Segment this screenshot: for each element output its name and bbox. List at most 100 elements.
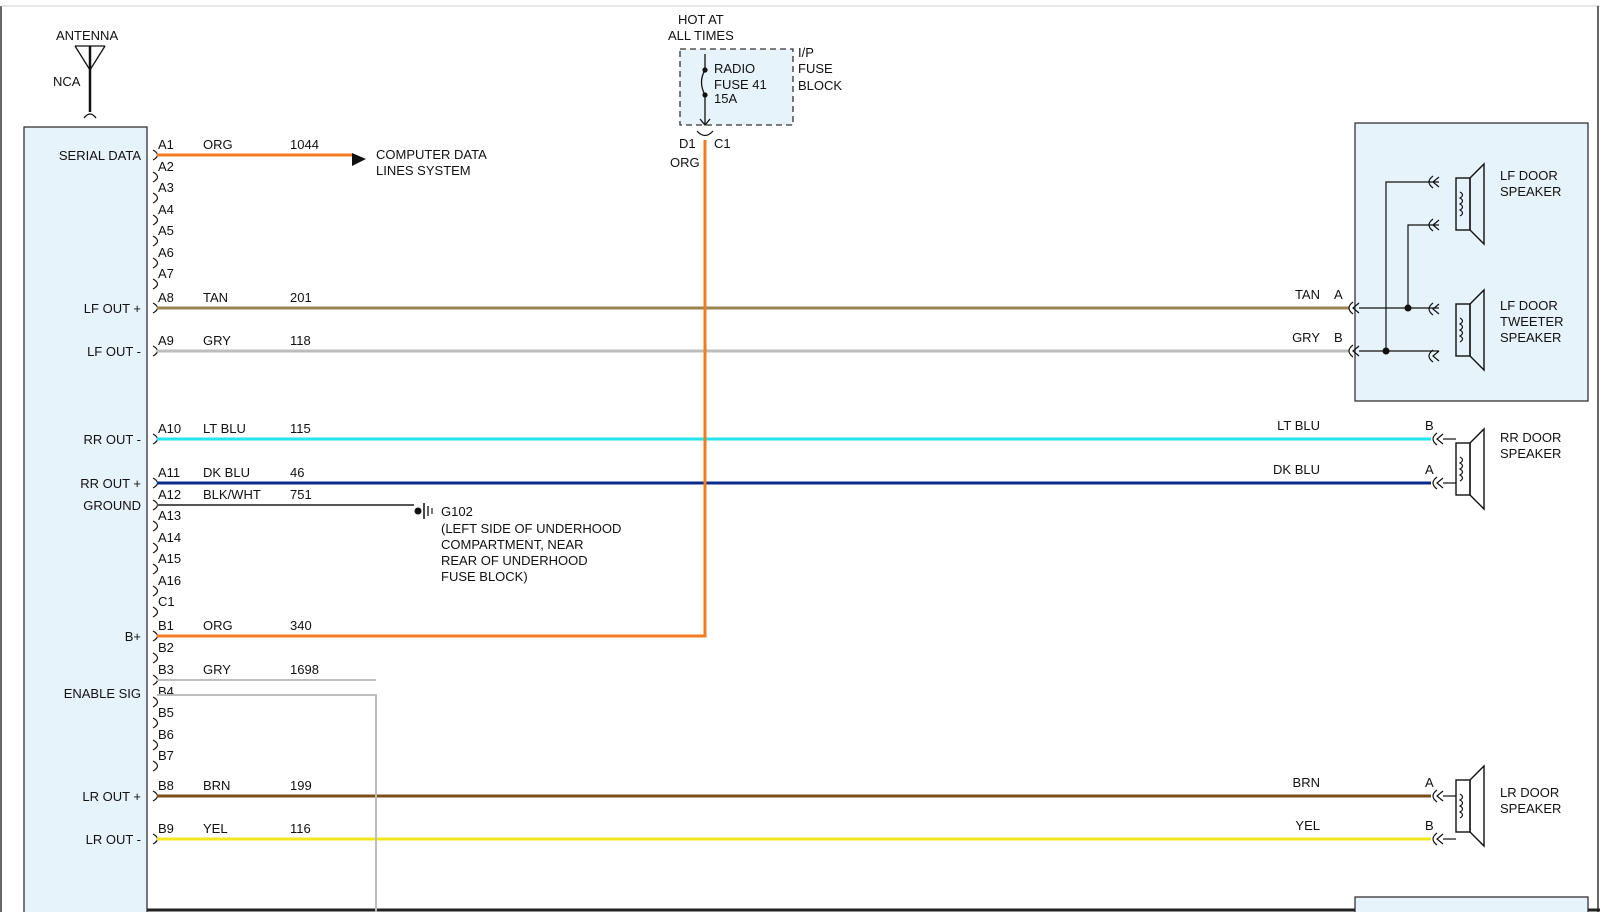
wire-circuit-number: 115 xyxy=(290,421,311,436)
pin-connector-icon xyxy=(152,674,159,686)
fuse-connector-icon xyxy=(696,130,714,137)
pin-id: A12 xyxy=(158,487,181,502)
fuse-pin-d1: D1 xyxy=(679,136,696,151)
wire-color-label: LT BLU xyxy=(203,421,246,436)
pin-id: B5 xyxy=(158,705,174,720)
pin-label: LF OUT + xyxy=(84,301,141,316)
splice-dot xyxy=(1382,347,1390,355)
speaker-magnet xyxy=(1455,442,1471,496)
speaker-wire-color: LT BLU xyxy=(1277,418,1320,433)
wire-color-label: TAN xyxy=(203,290,228,305)
speaker-terminal: A xyxy=(1334,287,1343,302)
fuse-block-line3: BLOCK xyxy=(798,78,842,93)
fuse-name-line3: 15A xyxy=(714,91,737,106)
wire-color-label: ORG xyxy=(203,618,233,633)
pin-connector-icon xyxy=(152,171,159,183)
pin-id: A3 xyxy=(158,180,174,195)
ground-desc-line2: COMPARTMENT, NEAR xyxy=(441,537,584,552)
fuse-block: HOT AT ALL TIMES RADIO FUSE 41 15A I/P F… xyxy=(668,12,842,170)
pin-connector-icon xyxy=(152,192,159,204)
pin-id: A16 xyxy=(158,573,181,588)
lf-tweeter-line2: TWEETER xyxy=(1500,314,1564,329)
wire-circuit-number: 116 xyxy=(290,821,311,836)
pin-connector-icon xyxy=(152,477,159,489)
partial-box xyxy=(1354,896,1589,912)
speaker-wire-color: GRY xyxy=(1292,330,1320,345)
wire-circuit-number: 118 xyxy=(290,333,311,348)
pin-id: B8 xyxy=(158,778,174,793)
speaker-cone xyxy=(1469,427,1485,511)
wire-circuit-number: 199 xyxy=(290,778,312,793)
pin-id: A7 xyxy=(158,266,174,281)
pin-label: B+ xyxy=(125,629,141,644)
speaker-terminal: A xyxy=(1425,462,1434,477)
pin-id: B4 xyxy=(158,684,174,699)
pin-id: A8 xyxy=(158,290,174,305)
speaker-wire-color: BRN xyxy=(1293,775,1320,790)
ground-icon xyxy=(414,503,433,519)
rr-door-speaker-line2: SPEAKER xyxy=(1500,446,1561,461)
pin-connector-icon xyxy=(152,149,159,161)
fuse-hot-line2: ALL TIMES xyxy=(668,28,734,43)
antenna-label: ANTENNA xyxy=(56,28,118,43)
arrow-right-icon xyxy=(352,153,366,166)
pin-connector-icon xyxy=(152,790,159,802)
pin-connector-icon xyxy=(152,278,159,290)
pin-id: B2 xyxy=(158,640,174,655)
fuse-wire-color: ORG xyxy=(670,155,700,170)
fuse-feed-wire xyxy=(157,140,707,638)
pin-label: RR OUT - xyxy=(83,432,141,447)
pin-id: B1 xyxy=(158,618,174,633)
pin-id: A11 xyxy=(158,465,180,480)
pin-label: LR OUT - xyxy=(86,832,141,847)
speaker-magnet xyxy=(1455,779,1471,833)
pin-id: A2 xyxy=(158,159,174,174)
pin-connector-icon xyxy=(152,606,159,618)
terminal-arrow-icon xyxy=(1436,477,1444,489)
lf-tweeter-line3: SPEAKER xyxy=(1500,330,1561,345)
pin-connector-icon xyxy=(152,345,159,357)
pin-id: B3 xyxy=(158,662,174,677)
speaker-terminal: A xyxy=(1425,775,1434,790)
fuse-name-line1: RADIO xyxy=(714,61,755,76)
pin-connector-icon xyxy=(152,302,159,314)
pin-connector-icon xyxy=(152,235,159,247)
pin-connector-icon xyxy=(152,433,159,445)
speaker-terminal: B xyxy=(1425,418,1434,433)
pin-id: B6 xyxy=(158,727,174,742)
pin-id: C1 xyxy=(158,594,175,609)
computer-data-destination: COMPUTER DATA LINES SYSTEM xyxy=(352,147,487,178)
wiring-diagram: ANTENNA NCA A1 SERIAL DATA ORG 1044 A2 A3 A4 A5… xyxy=(0,5,1600,912)
lf-door-speaker-line1: LF DOOR xyxy=(1500,168,1558,183)
pin-connector-icon xyxy=(152,520,159,532)
lf-door-speaker-line2: SPEAKER xyxy=(1500,184,1561,199)
lr-door-speaker-line2: SPEAKER xyxy=(1500,801,1561,816)
speaker-cone xyxy=(1469,764,1485,848)
wire-circuit-number: 1044 xyxy=(290,137,319,152)
pin-connector-icon xyxy=(152,833,159,845)
antenna: ANTENNA NCA xyxy=(53,28,118,119)
ground-desc-line4: FUSE BLOCK) xyxy=(441,569,528,584)
pin-id: A4 xyxy=(158,202,174,217)
enable-sig-wire xyxy=(157,694,377,912)
computer-data-line1: COMPUTER DATA xyxy=(376,147,487,162)
wire-color-label: GRY xyxy=(203,662,231,677)
rr-door-speaker-icon xyxy=(1455,427,1485,511)
speaker-terminal: B xyxy=(1425,818,1434,833)
wire-circuit-number: 340 xyxy=(290,618,312,633)
pin-id: A15 xyxy=(158,551,181,566)
pin-connector-icon xyxy=(152,563,159,575)
pin-connector-icon xyxy=(152,499,159,511)
lr-door-speaker-icon xyxy=(1455,764,1485,848)
terminal-arrow-icon xyxy=(1436,433,1444,445)
pin-connector-icon xyxy=(152,739,159,751)
pin-id: B7 xyxy=(158,748,174,763)
pin-id: B9 xyxy=(158,821,174,836)
wire-color-label: BRN xyxy=(203,778,230,793)
speaker-terminal: B xyxy=(1334,330,1343,345)
terminal-arrow-icon xyxy=(1436,790,1444,802)
antenna-nca-label: NCA xyxy=(53,74,81,89)
wire-color-label: YEL xyxy=(203,821,228,836)
pin-label: GROUND xyxy=(83,498,141,513)
pin-label: SERIAL DATA xyxy=(59,148,141,163)
